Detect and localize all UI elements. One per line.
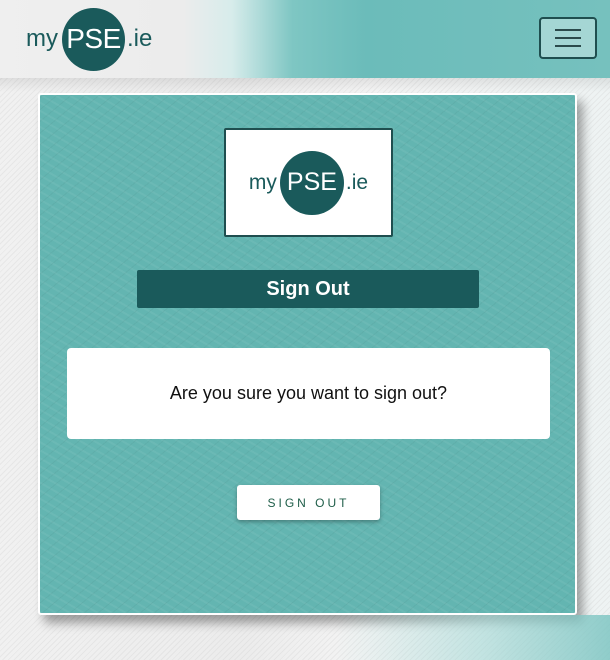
brand-my-text: my	[26, 25, 58, 52]
logo-ie-text: .ie	[345, 170, 369, 194]
brand-logo[interactable]: my PSE .ie	[26, 7, 152, 71]
hamburger-icon-bar	[555, 29, 581, 31]
navbar-shadow-strip	[0, 78, 610, 92]
top-navbar: my PSE .ie	[0, 0, 610, 78]
hamburger-icon-bar	[555, 37, 581, 39]
brand-ie-text: .ie	[127, 25, 153, 52]
logo-my-text: my	[248, 170, 277, 194]
logo-pse-circle: PSE	[279, 150, 344, 215]
hamburger-icon-bar	[555, 45, 581, 47]
card-logo: my PSE .ie	[224, 128, 393, 237]
bottom-background-fade	[0, 615, 610, 660]
brand-pse-circle: PSE	[62, 7, 125, 71]
signout-card: my PSE .ie Sign Out Are you sure you wan…	[38, 93, 577, 615]
confirmation-message-box: Are you sure you want to sign out?	[67, 348, 550, 439]
page-title: Sign Out	[137, 270, 479, 308]
confirmation-message: Are you sure you want to sign out?	[169, 383, 448, 403]
sign-out-button[interactable]: SIGN OUT	[237, 485, 380, 520]
menu-toggle-button[interactable]	[539, 17, 597, 59]
